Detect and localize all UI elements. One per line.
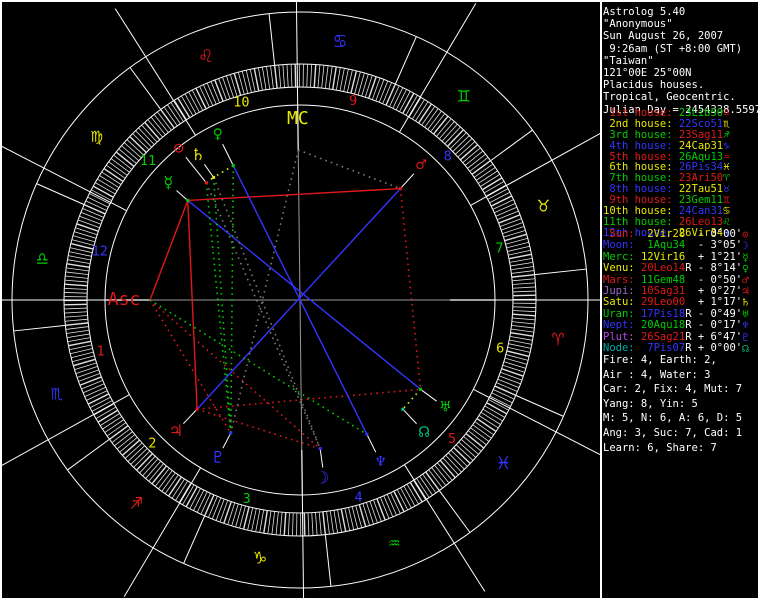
window-border xyxy=(0,0,760,600)
astrolog-window: { "app": {"name": "Astrolog 5.40"}, "col… xyxy=(0,0,760,600)
